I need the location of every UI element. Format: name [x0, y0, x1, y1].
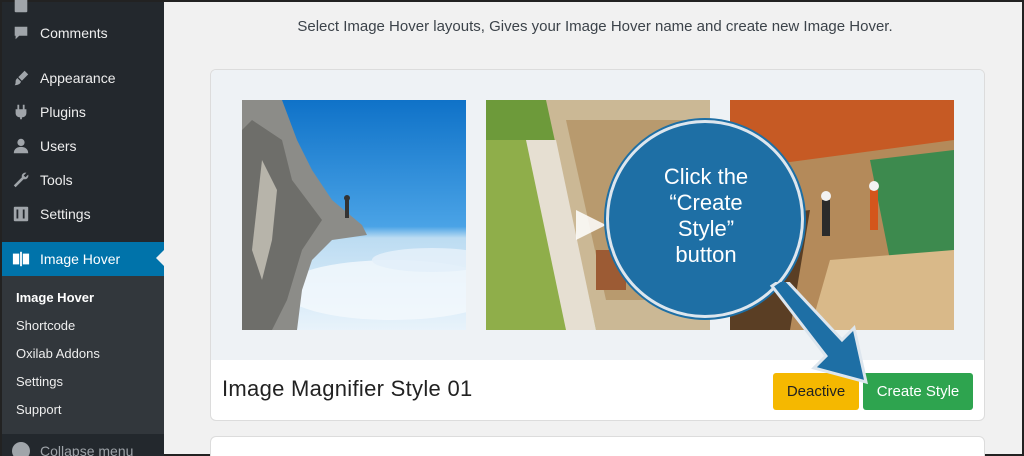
callout-text: Click the “Create Style” button: [616, 164, 796, 268]
submenu-item-image-hover[interactable]: Image Hover: [16, 290, 94, 305]
sidebar-item-label: Users: [40, 138, 77, 154]
collapse-icon: [12, 442, 30, 456]
sidebar-item-comments[interactable]: Comments: [2, 16, 164, 50]
submenu-item-settings[interactable]: Settings: [16, 374, 63, 389]
sidebar-item-appearance[interactable]: Appearance: [2, 61, 164, 95]
sidebar-item-image-hover[interactable]: Image Hover: [2, 242, 164, 276]
callout-line: Style”: [677, 216, 735, 241]
sidebar-item-label: Settings: [40, 206, 91, 222]
brush-icon: [12, 69, 30, 87]
next-style-card: [210, 436, 985, 456]
collapse-label: Collapse menu: [40, 443, 134, 456]
comment-icon: [12, 24, 30, 42]
sidebar-item-tools[interactable]: Tools: [2, 163, 164, 197]
sidebar-item-settings[interactable]: Settings: [2, 197, 164, 231]
callout-line: Click the: [663, 164, 749, 189]
image-hover-icon: [12, 250, 30, 268]
page-icon: [12, 0, 30, 14]
sidebar-item-label: Tools: [40, 172, 73, 188]
style-title: Image Magnifier Style 01: [222, 376, 473, 401]
sidebar-item-plugins[interactable]: Plugins: [2, 95, 164, 129]
submenu-item-shortcode[interactable]: Shortcode: [16, 318, 75, 333]
settings-icon: [12, 205, 30, 223]
sidebar-item-users[interactable]: Users: [2, 129, 164, 163]
callout-line: “Create: [669, 190, 743, 215]
submenu-item-support[interactable]: Support: [16, 402, 62, 417]
admin-sidebar: Comments Appearance Plugins Users Tools …: [2, 0, 164, 456]
active-indicator: [156, 250, 164, 266]
submenu-item-oxilab-addons[interactable]: Oxilab Addons: [16, 346, 100, 361]
plug-icon: [12, 103, 30, 121]
sidebar-item-label: Plugins: [40, 104, 86, 120]
sidebar-item-label: Image Hover: [40, 251, 121, 267]
image-hover-submenu: Image Hover Shortcode Oxilab Addons Sett…: [2, 276, 164, 434]
sidebar-item-label: Appearance: [40, 70, 116, 86]
intro-text: Select Image Hover layouts, Gives your I…: [297, 18, 893, 35]
collapse-menu-button[interactable]: Collapse menu: [2, 436, 164, 456]
preview-image-cliff: [242, 100, 466, 330]
callout-arrow-icon: [769, 282, 869, 385]
callout-line: button: [675, 242, 737, 267]
wrench-icon: [12, 171, 30, 189]
users-icon: [12, 137, 30, 155]
sidebar-item-label: Comments: [40, 25, 108, 41]
